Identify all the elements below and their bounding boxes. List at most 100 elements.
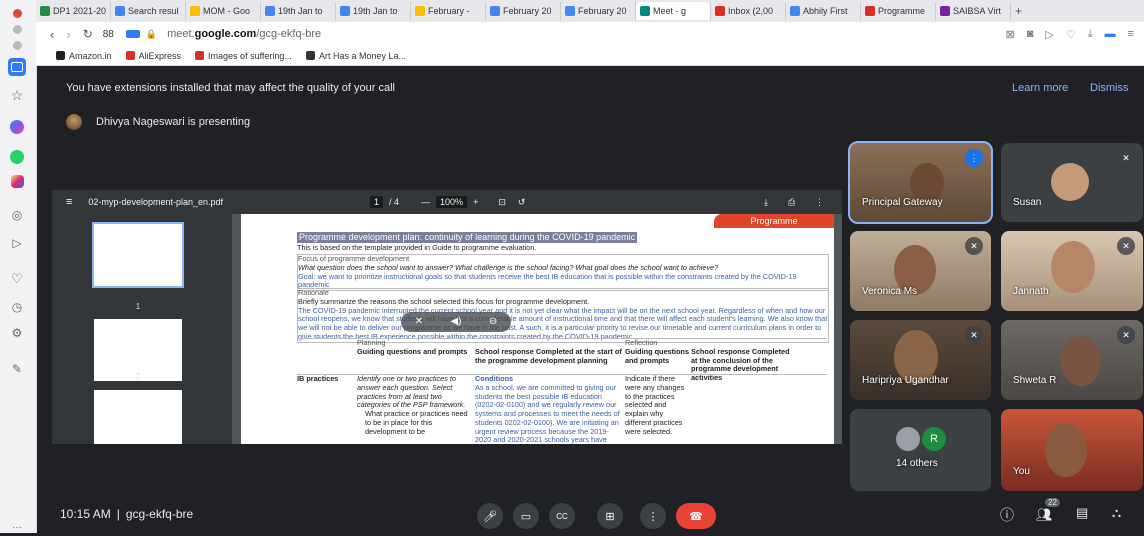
discover-icon[interactable]: ◎: [8, 206, 26, 224]
mic-icon: 🎤︎: [483, 510, 497, 523]
browser-tab[interactable]: DP1 2021-20: [36, 2, 111, 20]
browser-tab[interactable]: Abhily First: [786, 2, 861, 20]
learn-more-link[interactable]: Learn more: [1012, 82, 1068, 94]
banner-text: Programme: [750, 216, 798, 226]
messenger-icon[interactable]: [8, 118, 26, 136]
bookmarks-bar: Amazon.in AliExpress Images of suffering..…: [36, 46, 1144, 66]
browser-tab[interactable]: Programme: [861, 2, 936, 20]
present-icon: ⊞: [605, 510, 615, 523]
bookmark-item[interactable]: Amazon.in: [56, 51, 112, 61]
browser-tab[interactable]: MOM - Goo: [186, 2, 261, 20]
tab-label: 19th Jan to: [278, 6, 323, 16]
extensions-icon[interactable]: ⚙: [8, 324, 26, 342]
print-icon[interactable]: ⎙: [788, 197, 795, 208]
instagram-icon[interactable]: [8, 172, 26, 190]
browser-tab[interactable]: 19th Jan to: [261, 2, 336, 20]
new-tab-button[interactable]: +: [1015, 4, 1022, 18]
download-icon[interactable]: ⤓: [764, 197, 768, 208]
pinboard-icon[interactable]: ✎: [8, 360, 26, 378]
browser-tab[interactable]: Search resul: [111, 2, 186, 20]
maximize-window-dot[interactable]: [8, 36, 26, 54]
forward-icon[interactable]: ›: [66, 27, 70, 42]
battery-icon[interactable]: ▬: [1105, 28, 1116, 41]
send-icon[interactable]: ▷: [8, 234, 26, 252]
download-icon[interactable]: ⤓: [1088, 28, 1093, 41]
tab-label: February -: [428, 6, 470, 16]
bookmark-item[interactable]: Images of suffering...: [195, 51, 292, 61]
workspace-icon[interactable]: [8, 58, 26, 76]
doc-heading: Programme development plan: continuity o…: [297, 232, 638, 243]
participant-name: 14 others: [896, 458, 938, 469]
row-bullet: What practice or practices need to be in…: [365, 409, 468, 436]
zoom-input[interactable]: 100%: [436, 196, 468, 208]
reader-icon[interactable]: ⊠: [1005, 28, 1014, 41]
bookmark-favicon-icon: [195, 51, 205, 60]
fit-page-icon[interactable]: ⊡: [498, 197, 506, 208]
participant-tile[interactable]: ✕ Shweta R: [1001, 320, 1143, 400]
browser-tab[interactable]: February -: [411, 2, 486, 20]
bookmark-item[interactable]: Art Has a Money La...: [305, 51, 406, 61]
heart-icon[interactable]: ♡: [1066, 28, 1076, 41]
history-icon[interactable]: ◷: [8, 298, 26, 316]
heart-icon[interactable]: ♡: [8, 270, 26, 288]
participant-tile[interactable]: ⋮ Principal Gateway: [848, 141, 993, 224]
bookmark-item[interactable]: AliExpress: [125, 51, 181, 61]
end-call-button[interactable]: ☎: [676, 503, 716, 529]
play-icon[interactable]: ▷: [1045, 28, 1053, 41]
browser-tab[interactable]: 19th Jan to: [336, 2, 411, 20]
mic-off-icon[interactable]: ✕: [415, 316, 423, 328]
back-icon[interactable]: ‹: [50, 27, 54, 42]
zoom-out-button[interactable]: —: [421, 197, 430, 207]
camera-indicator-icon[interactable]: [125, 30, 140, 38]
url-field[interactable]: meet.google.com/gcg-ekfq-bre: [167, 28, 321, 40]
captions-button[interactable]: CC: [549, 503, 575, 529]
reload-icon[interactable]: ↻: [83, 27, 93, 41]
whatsapp-icon[interactable]: [8, 148, 26, 166]
participant-tile[interactable]: You: [1001, 409, 1143, 491]
participant-tile[interactable]: ✕ Veronica Ms: [850, 231, 991, 311]
more-icon[interactable]: ···: [8, 518, 26, 536]
meeting-info-icon[interactable]: ⓘ: [1000, 505, 1014, 525]
browser-tab[interactable]: February 20: [486, 2, 561, 20]
participant-tile[interactable]: ✕ Susan: [1001, 143, 1143, 222]
browser-tab[interactable]: SAIBSA Virt: [936, 2, 1011, 20]
meeting-code: gcg-ekfq-bre: [125, 506, 194, 521]
page-thumbnail[interactable]: [92, 222, 184, 288]
conditions-text: As a school, we are committed to giving …: [475, 382, 620, 444]
rotate-icon[interactable]: ↺: [518, 197, 526, 208]
people-icon[interactable]: 👥︎: [1036, 507, 1053, 523]
avatar: [896, 427, 920, 451]
participant-tile[interactable]: ✕ Jannath: [1001, 231, 1143, 311]
page-number-input[interactable]: 1: [370, 196, 384, 208]
thumbnail-sidebar: 1 2 3: [52, 214, 232, 444]
participant-video: [1051, 163, 1089, 201]
camera-button[interactable]: ▭: [513, 503, 539, 529]
more-options-icon[interactable]: ⋮: [815, 197, 824, 208]
menu-icon[interactable]: ≡: [1128, 28, 1134, 41]
zoom-in-button[interactable]: +: [473, 197, 478, 207]
tab-count-badge[interactable]: 88: [103, 29, 114, 40]
speaker-icon[interactable]: ◀): [450, 316, 461, 328]
participant-tile[interactable]: R 14 others: [850, 409, 991, 491]
participant-video: [1045, 423, 1087, 477]
participant-tile[interactable]: ✕ Haripriya Ugandhar: [850, 320, 991, 400]
present-button[interactable]: ⊞: [597, 503, 623, 529]
hamburger-icon[interactable]: ≡: [66, 196, 72, 208]
dismiss-button[interactable]: Dismiss: [1090, 82, 1129, 94]
page-thumbnail[interactable]: [94, 390, 182, 444]
browser-tab[interactable]: Meet - g: [636, 2, 711, 20]
tab-favicon-icon: [640, 6, 650, 16]
mic-muted-icon: ✕: [1117, 149, 1135, 167]
minus-icon[interactable]: ⊖: [489, 316, 497, 328]
browser-tab[interactable]: February 20: [561, 2, 636, 20]
bookmark-star-icon[interactable]: ☆: [8, 86, 26, 104]
participant-video: [1051, 241, 1095, 293]
chat-icon[interactable]: ▤: [1076, 505, 1088, 521]
more-options-button[interactable]: ⋮: [640, 503, 666, 529]
mic-button[interactable]: 🎤︎: [477, 503, 503, 529]
presenter-text: Dhivya Nageswari is presenting: [96, 116, 251, 128]
lock-icon[interactable]: 🔒: [146, 29, 157, 40]
browser-tab[interactable]: Inbox (2,00: [711, 2, 786, 20]
activities-icon[interactable]: ⛬: [1112, 505, 1121, 521]
screenshot-icon[interactable]: ◙: [1027, 28, 1034, 41]
